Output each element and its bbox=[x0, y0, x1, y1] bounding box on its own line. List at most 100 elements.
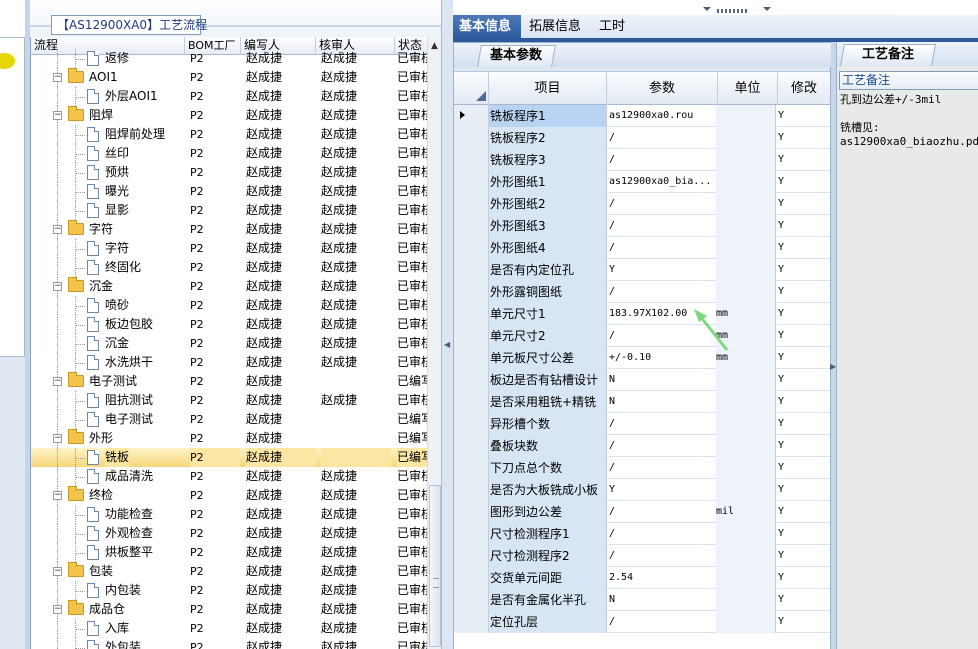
param-unit[interactable] bbox=[716, 589, 776, 611]
param-row[interactable]: 单元尺寸1 183.97X102.00 mm Y bbox=[454, 303, 830, 325]
param-modify[interactable]: Y bbox=[778, 391, 830, 413]
param-row[interactable]: 外形露铜图纸 / Y bbox=[454, 281, 830, 303]
param-unit[interactable] bbox=[716, 171, 776, 193]
row-selector[interactable] bbox=[454, 149, 489, 171]
param-modify[interactable]: Y bbox=[778, 127, 830, 149]
row-selector[interactable] bbox=[454, 259, 489, 281]
param-value[interactable]: / bbox=[607, 413, 718, 435]
tree-row[interactable]: 水洗烘干 P2 赵成捷 赵成捷 已审核 bbox=[31, 353, 427, 372]
param-value[interactable]: Y bbox=[607, 259, 718, 281]
tree-row[interactable]: 预烘 P2 赵成捷 赵成捷 已审核 bbox=[31, 163, 427, 182]
row-selector[interactable] bbox=[454, 347, 489, 369]
param-value[interactable]: N bbox=[607, 369, 718, 391]
scrollbar-thumb[interactable] bbox=[429, 485, 441, 647]
param-modify[interactable]: Y bbox=[778, 171, 830, 193]
param-unit[interactable] bbox=[716, 215, 776, 237]
row-selector[interactable] bbox=[454, 215, 489, 237]
tree-row[interactable]: 内包装 P2 赵成捷 赵成捷 已审核 bbox=[31, 581, 427, 600]
tree-row[interactable]: 曝光 P2 赵成捷 赵成捷 已审核 bbox=[31, 182, 427, 201]
row-selector[interactable] bbox=[454, 545, 489, 567]
row-selector[interactable] bbox=[454, 105, 489, 127]
param-modify[interactable]: Y bbox=[778, 237, 830, 259]
grid-header-item[interactable]: 项目 bbox=[489, 72, 607, 105]
tree-row[interactable]: − 包装 P2 赵成捷 赵成捷 已审核 bbox=[31, 562, 427, 581]
param-modify[interactable]: Y bbox=[778, 105, 830, 127]
param-modify[interactable]: Y bbox=[778, 567, 830, 589]
row-selector[interactable] bbox=[454, 501, 489, 523]
param-row[interactable]: 外形图纸3/ Y bbox=[454, 215, 830, 237]
tree-row[interactable]: − 成品仓 P2 赵成捷 赵成捷 已审核 bbox=[31, 600, 427, 619]
param-value[interactable]: / bbox=[607, 435, 718, 457]
param-value[interactable]: / bbox=[607, 149, 718, 171]
param-unit[interactable] bbox=[716, 523, 776, 545]
collapse-toggle-icon[interactable]: − bbox=[53, 377, 62, 386]
collapse-toggle-icon[interactable]: − bbox=[53, 605, 62, 614]
param-unit[interactable] bbox=[716, 105, 776, 127]
row-selector[interactable] bbox=[454, 281, 489, 303]
tree-row[interactable]: 显影 P2 赵成捷 赵成捷 已审核 bbox=[31, 201, 427, 220]
grid-header-modify[interactable]: 修改 bbox=[778, 72, 830, 105]
row-selector[interactable] bbox=[454, 479, 489, 501]
param-value[interactable]: / bbox=[607, 523, 718, 545]
scroll-up-icon[interactable]: ▲ bbox=[431, 41, 438, 51]
param-unit[interactable] bbox=[716, 149, 776, 171]
tree-row[interactable]: − 阻焊 P2 赵成捷 赵成捷 已审核 bbox=[31, 106, 427, 125]
tree-vertical-scrollbar[interactable]: ▲ bbox=[427, 37, 441, 649]
param-row[interactable]: 异形槽个数 / Y bbox=[454, 413, 830, 435]
collapse-left-icon[interactable]: ◀ bbox=[444, 340, 450, 349]
param-row[interactable]: 外形图纸1 as12900xa0_bia... Y bbox=[454, 171, 830, 193]
param-modify[interactable]: Y bbox=[778, 523, 830, 545]
param-unit[interactable] bbox=[716, 259, 776, 281]
param-row[interactable]: 下刀点总个数 / Y bbox=[454, 457, 830, 479]
param-unit[interactable] bbox=[716, 391, 776, 413]
tree-row[interactable]: 铣板 P2 赵成捷 已编写 bbox=[31, 448, 427, 467]
tree-row[interactable]: 外包装 P2 赵成捷 赵成捷 已审核 bbox=[31, 638, 427, 649]
panel-resize-grip[interactable] bbox=[717, 9, 749, 13]
grid-corner[interactable] bbox=[454, 72, 489, 105]
param-unit[interactable] bbox=[716, 611, 776, 633]
param-unit[interactable]: mil bbox=[716, 501, 776, 523]
param-row[interactable]: 是否为大板铣成小板 Y Y bbox=[454, 479, 830, 501]
tab-basic-info[interactable]: 基本信息 bbox=[453, 15, 521, 39]
param-modify[interactable]: Y bbox=[778, 325, 830, 347]
param-unit[interactable] bbox=[716, 237, 776, 259]
param-modify[interactable]: Y bbox=[778, 369, 830, 391]
param-row[interactable]: 铣板程序1 as12900xa0.rou Y bbox=[454, 105, 830, 127]
tab-work-hours[interactable]: 工时 bbox=[593, 15, 633, 39]
param-row[interactable]: 外形图纸2/ Y bbox=[454, 193, 830, 215]
process-note-text[interactable]: 孔到边公差+/-3mil 铣槽见: as12900xa0_biaozhu.pdf bbox=[840, 93, 978, 149]
param-row[interactable]: 尺寸检测程序2/ Y bbox=[454, 545, 830, 567]
tree-row[interactable]: 字符 P2 赵成捷 赵成捷 已审核 bbox=[31, 239, 427, 258]
tree-row[interactable]: 终固化 P2 赵成捷 赵成捷 已审核 bbox=[31, 258, 427, 277]
param-unit[interactable]: mm bbox=[716, 347, 776, 369]
row-selector[interactable] bbox=[454, 193, 489, 215]
param-value[interactable]: 2.54 bbox=[607, 567, 718, 589]
param-value[interactable]: as12900xa0.rou bbox=[607, 105, 718, 127]
param-unit[interactable]: mm bbox=[716, 303, 776, 325]
row-selector[interactable] bbox=[454, 567, 489, 589]
param-modify[interactable]: Y bbox=[778, 193, 830, 215]
tree-row[interactable]: 入库 P2 赵成捷 赵成捷 已审核 bbox=[31, 619, 427, 638]
param-modify[interactable]: Y bbox=[778, 413, 830, 435]
param-modify[interactable]: Y bbox=[778, 259, 830, 281]
param-modify[interactable]: Y bbox=[778, 545, 830, 567]
row-selector[interactable] bbox=[454, 171, 489, 193]
param-unit[interactable]: mm bbox=[716, 325, 776, 347]
param-unit[interactable] bbox=[716, 457, 776, 479]
tree-row[interactable]: 外层AOI1 P2 赵成捷 赵成捷 已审核 bbox=[31, 87, 427, 106]
tree-row[interactable]: 丝印 P2 赵成捷 赵成捷 已审核 bbox=[31, 144, 427, 163]
param-value[interactable]: as12900xa0_bia... bbox=[607, 171, 718, 193]
tab-process-note[interactable]: 工艺备注 bbox=[840, 44, 936, 66]
param-row[interactable]: 单元尺寸2/mm Y bbox=[454, 325, 830, 347]
param-value[interactable]: / bbox=[607, 127, 718, 149]
tree-row[interactable]: 板边包胶 P2 赵成捷 赵成捷 已审核 bbox=[31, 315, 427, 334]
param-row[interactable]: 铣板程序3/ Y bbox=[454, 149, 830, 171]
row-selector[interactable] bbox=[454, 391, 489, 413]
param-row[interactable]: 铣板程序2/ Y bbox=[454, 127, 830, 149]
row-selector[interactable] bbox=[454, 413, 489, 435]
param-row[interactable]: 定位孔层 / Y bbox=[454, 611, 830, 633]
grid-header-param[interactable]: 参数 bbox=[607, 72, 718, 105]
tree-row[interactable]: 喷砂 P2 赵成捷 赵成捷 已审核 bbox=[31, 296, 427, 315]
param-modify[interactable]: Y bbox=[778, 457, 830, 479]
param-row[interactable]: 是否有内定位孔 Y Y bbox=[454, 259, 830, 281]
